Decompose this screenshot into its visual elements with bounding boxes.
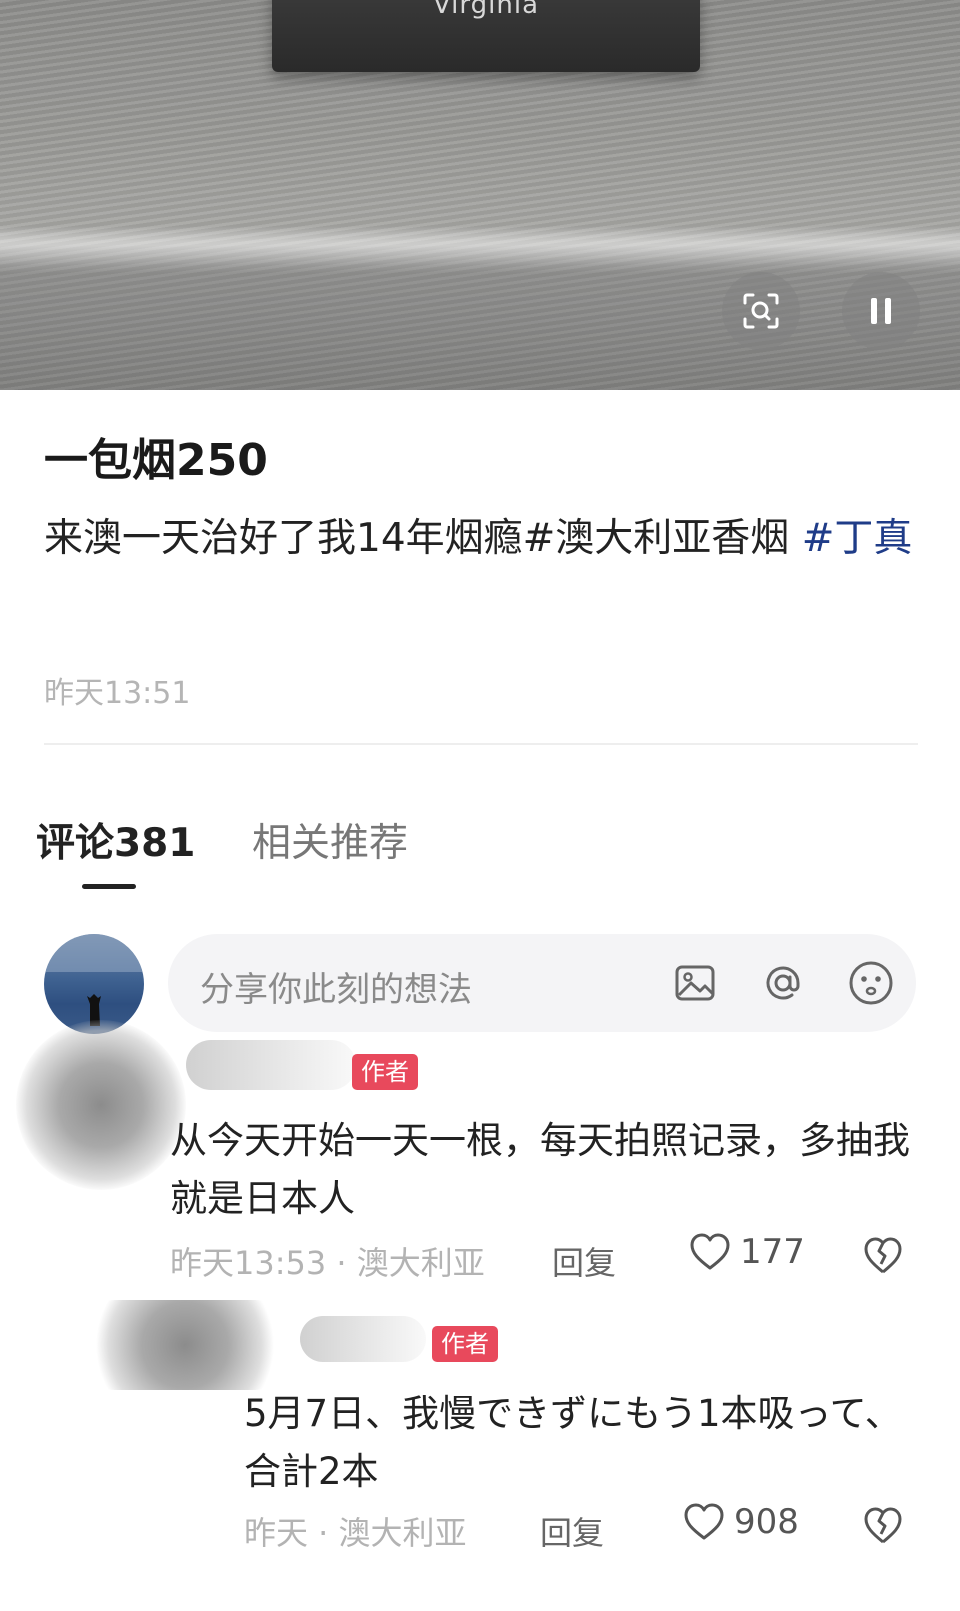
commenter-avatar-blurred[interactable]	[16, 1020, 186, 1190]
heart-icon	[690, 1233, 730, 1270]
active-tab-indicator	[82, 884, 136, 889]
post-title: 一包烟250	[44, 435, 268, 486]
like-button[interactable]: 177	[688, 1232, 805, 1272]
like-count: 177	[740, 1232, 805, 1272]
user-avatar[interactable]	[44, 934, 144, 1034]
tab-comments[interactable]: 评论381	[36, 812, 195, 868]
image-icon[interactable]	[670, 958, 720, 1008]
post-body: 来澳一天治好了我14年烟瘾#澳大利亚香烟 #丁真	[44, 508, 924, 570]
like-count: 908	[734, 1502, 799, 1542]
at-icon[interactable]	[758, 958, 808, 1008]
tab-related[interactable]: 相关推荐	[252, 812, 408, 868]
comment-input-placeholder: 分享你此刻的想法	[200, 970, 472, 1010]
post-timestamp: 昨天13:51	[44, 676, 191, 711]
pack-brand-text: Virginia	[432, 0, 540, 20]
commenter-name-blurred[interactable]	[300, 1316, 426, 1362]
emoji-icon[interactable]	[846, 958, 896, 1008]
pause-button[interactable]	[842, 272, 920, 350]
comment-text: 从今天开始一天一根，每天拍照记录，多抽我就是日本人	[170, 1119, 910, 1220]
author-badge: 作者	[432, 1326, 498, 1362]
scan-search-icon	[743, 293, 779, 329]
like-button[interactable]: 908	[682, 1502, 799, 1542]
post-media[interactable]: Virginia	[0, 0, 960, 390]
dislike-button[interactable]	[862, 1236, 904, 1280]
commenter-name-blurred[interactable]	[186, 1040, 356, 1090]
cigarette-pack: Virginia	[272, 0, 700, 72]
author-badge: 作者	[352, 1054, 418, 1090]
post-body-text: 来澳一天治好了我14年烟瘾#澳大利亚香烟	[44, 516, 802, 561]
divider	[44, 743, 918, 745]
cat-silhouette-icon	[44, 934, 144, 1026]
commenter-avatar-blurred[interactable]	[70, 1300, 300, 1390]
broken-heart-icon	[864, 1237, 902, 1274]
pause-icon	[871, 298, 891, 324]
broken-heart-icon	[864, 1507, 902, 1544]
comment-meta: 昨天 · 澳大利亚	[244, 1514, 467, 1552]
hashtag-link[interactable]: #丁真	[802, 516, 913, 561]
comment-text: 5月7日、我慢できずにもう1本吸って、合計2本	[244, 1392, 902, 1493]
scan-search-button[interactable]	[722, 272, 800, 350]
reply-button[interactable]: 回复	[540, 1508, 604, 1554]
dislike-button[interactable]	[862, 1506, 904, 1550]
reply-button[interactable]: 回复	[552, 1238, 616, 1284]
comment-input[interactable]: 分享你此刻的想法	[168, 934, 916, 1032]
comment-meta: 昨天13:53 · 澳大利亚	[170, 1244, 485, 1282]
heart-icon	[684, 1503, 724, 1540]
